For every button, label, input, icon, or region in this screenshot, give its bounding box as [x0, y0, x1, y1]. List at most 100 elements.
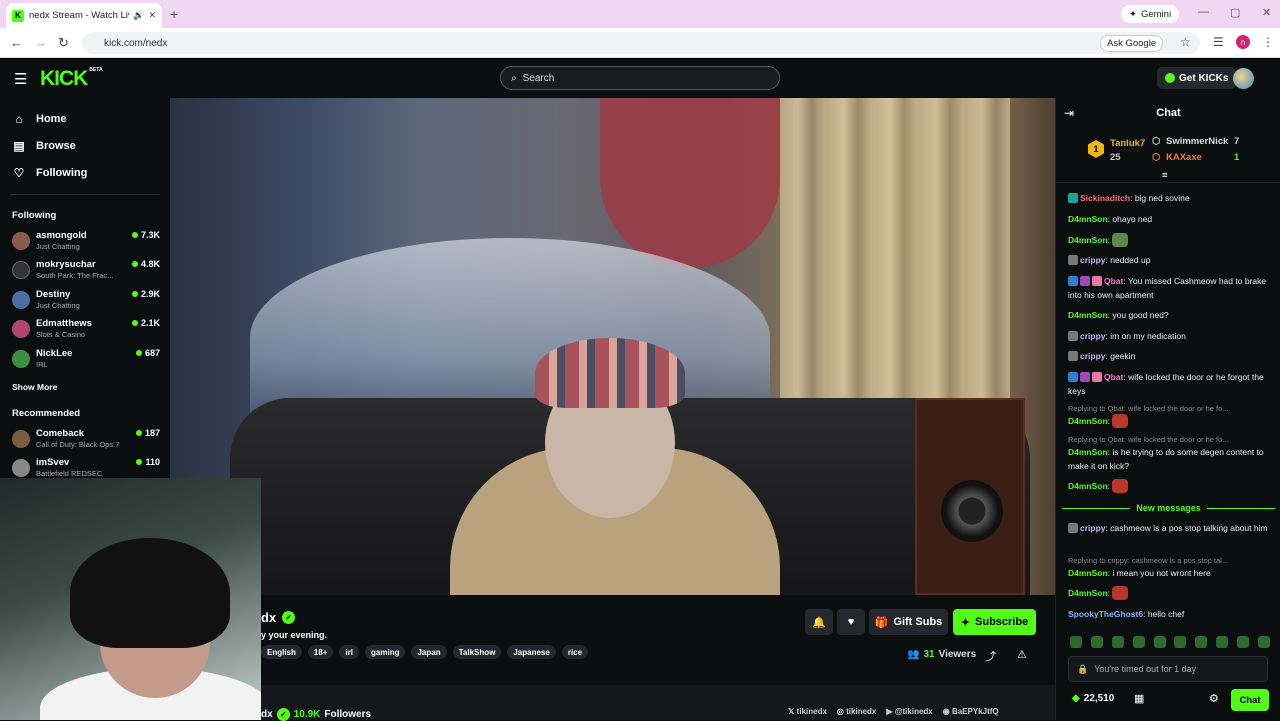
chat-username[interactable]: D4mnSon — [1068, 481, 1108, 491]
emote-icon[interactable] — [1090, 636, 1103, 648]
store-icon[interactable]: ▦ — [1134, 692, 1144, 705]
emote-icon[interactable] — [1174, 636, 1187, 648]
emote-icon[interactable] — [1216, 636, 1229, 648]
chat-message[interactable]: crippy: cashmeow is a pos stop talking a… — [1068, 521, 1273, 535]
notification-bell-button[interactable]: 🔔 — [805, 609, 833, 635]
chat-username[interactable]: D4mnSon — [1068, 447, 1108, 457]
reply-context[interactable]: Replying to Qbat: wife locked the door o… — [1068, 404, 1273, 413]
reply-context[interactable]: Replying to Qbat: wife locked the door o… — [1068, 435, 1273, 444]
discord-link[interactable]: ◉ BaEPYkJtfQ — [943, 707, 999, 716]
reading-list-icon[interactable]: ☰ — [1213, 35, 1224, 49]
chat-username[interactable]: D4mnSon — [1068, 416, 1108, 426]
chat-username[interactable]: SpookyTheGhost6 — [1068, 609, 1143, 619]
minimize-icon[interactable]: — — [1198, 6, 1209, 18]
get-kicks-button[interactable]: Get KICKs — [1157, 67, 1237, 89]
back-icon[interactable]: ← — [10, 35, 23, 50]
chat-message[interactable]: D4mnSon: is he trying to do some degen c… — [1068, 445, 1273, 473]
chat-message[interactable]: SpookyTheGhost6: hello chef — [1068, 607, 1273, 621]
chat-message[interactable]: crippy: geekin — [1068, 349, 1273, 363]
bookmark-star-icon[interactable]: ☆ — [1180, 35, 1191, 49]
chat-username[interactable]: D4mnSon — [1068, 235, 1108, 245]
chat-message[interactable]: Qbat: wife locked the door or he forgot … — [1068, 370, 1273, 398]
chat-username[interactable]: crippy — [1080, 255, 1106, 265]
chat-message[interactable]: crippy: nedded up — [1068, 253, 1273, 267]
chat-input[interactable]: 🔒 You're timed out for 1 day — [1068, 656, 1268, 682]
show-more-button[interactable]: Show More — [12, 382, 57, 392]
emote-icon[interactable] — [1111, 636, 1124, 648]
browser-profile-avatar[interactable]: n — [1236, 35, 1250, 49]
chat-message[interactable]: D4mnSon: i mean you not wront here — [1068, 566, 1273, 580]
expand-leaderboard-icon[interactable]: ≡ — [1162, 170, 1168, 181]
gift-subs-button[interactable]: 🎁 Gift Subs — [869, 609, 948, 635]
chat-username[interactable]: crippy — [1080, 523, 1106, 533]
user-avatar[interactable] — [1233, 68, 1254, 89]
chat-username[interactable]: D4mnSon — [1068, 214, 1108, 224]
channel-points[interactable]: ◆ 22,510 — [1072, 693, 1114, 704]
leader-third-name[interactable]: KAXaxe — [1166, 152, 1202, 163]
browser-tab[interactable]: K nedx Stream - Watch Live o 🔊 ✕ — [6, 3, 162, 28]
chat-message[interactable]: crippy: im on my nedication — [1068, 329, 1273, 343]
emote-icon[interactable] — [1132, 636, 1145, 648]
chat-username[interactable]: crippy — [1080, 331, 1106, 341]
chat-username[interactable]: crippy — [1080, 351, 1106, 361]
menu-icon[interactable]: ☰ — [14, 70, 27, 88]
kick-logo[interactable]: KICK BETA — [40, 67, 103, 91]
following-channel-edmatthews[interactable]: Edmatthews Slots & Casino 2.1K — [12, 317, 160, 343]
tag[interactable]: gaming — [365, 645, 406, 659]
new-messages-divider[interactable]: New messages — [1062, 503, 1275, 513]
chat-username[interactable]: Qbat — [1104, 276, 1123, 286]
browser-menu-icon[interactable]: ⋮ — [1262, 35, 1274, 49]
leader-second-name[interactable]: SwimmerNick — [1166, 136, 1228, 147]
follow-heart-button[interactable]: ♥ — [837, 609, 865, 635]
chat-message[interactable]: Sickinaditch: big ned sovine — [1068, 191, 1273, 205]
chat-username[interactable]: D4mnSon — [1068, 568, 1108, 578]
emote-icon[interactable] — [1195, 636, 1208, 648]
streamer-name[interactable]: dx — [261, 610, 276, 625]
x-link[interactable]: 𝕏 tikinedx — [788, 707, 827, 716]
settings-gear-icon[interactable]: ⚙ — [1209, 692, 1219, 705]
chat-message[interactable]: D4mnSon: you good ned? — [1068, 308, 1273, 322]
emote-icon[interactable] — [1153, 636, 1166, 648]
chat-username[interactable]: D4mnSon — [1068, 310, 1108, 320]
following-channel-destiny[interactable]: Destiny Just Chatting 2.9K — [12, 288, 160, 314]
chat-message[interactable]: D4mnSon: — [1068, 414, 1273, 428]
share-icon[interactable]: ⤴ — [985, 648, 996, 664]
tag[interactable]: 18+ — [307, 645, 334, 659]
url-field[interactable]: kick.com/nedx — [82, 32, 1200, 54]
following-channel-mokrysuchar[interactable]: mokrysuchar South Park: The Frac... 4.8K — [12, 258, 160, 284]
new-tab-button[interactable]: + — [170, 6, 178, 22]
send-chat-button[interactable]: Chat — [1231, 689, 1269, 711]
tag[interactable]: irl — [339, 645, 360, 659]
chat-message[interactable]: D4mnSon: ohayo ned — [1068, 212, 1273, 226]
close-window-icon[interactable]: ✕ — [1262, 6, 1271, 19]
sidebar-item-home[interactable]: ⌂ Home — [12, 112, 66, 126]
chat-message[interactable]: D4mnSon: — [1068, 586, 1273, 600]
chat-message[interactable]: D4mnSon: — [1068, 233, 1273, 247]
chat-username[interactable]: D4mnSon — [1068, 588, 1108, 598]
chat-message[interactable]: D4mnSon: — [1068, 479, 1273, 493]
recommended-channel-comeback[interactable]: Comeback Call of Duty: Black Ops 7 187 — [12, 427, 160, 453]
tag[interactable]: TalkShow — [452, 645, 502, 659]
tag[interactable]: Japan — [411, 645, 447, 659]
sidebar-item-following[interactable]: ♡ Following — [12, 166, 88, 180]
instagram-link[interactable]: ◎ tikinedx — [837, 707, 876, 716]
tag[interactable]: English — [261, 645, 302, 659]
following-channel-nicklee[interactable]: NickLee IRL 687 — [12, 347, 160, 373]
tag[interactable]: rice — [561, 645, 589, 659]
emote-icon[interactable] — [1070, 636, 1082, 648]
leader-first-name[interactable]: Tanluk7 — [1110, 138, 1145, 149]
emote-icon[interactable] — [1257, 636, 1270, 648]
chat-message[interactable]: Qbat: You missed Cashmeow had to brake i… — [1068, 274, 1273, 302]
subscribe-button[interactable]: ✦ Subscribe — [953, 609, 1036, 635]
close-tab-icon[interactable]: ✕ — [148, 10, 156, 21]
speaker-icon[interactable]: 🔊 — [133, 10, 144, 21]
chat-username[interactable]: Qbat — [1104, 372, 1123, 382]
emote-icon[interactable] — [1237, 636, 1249, 648]
forward-icon[interactable]: → — [34, 35, 47, 50]
video-player[interactable] — [170, 98, 1055, 595]
youtube-link[interactable]: ▶ @tikinedx — [886, 707, 932, 716]
sidebar-item-browse[interactable]: ▤ Browse — [12, 139, 75, 153]
tag[interactable]: Japanese — [507, 645, 556, 659]
chat-username[interactable]: Sickinaditch — [1080, 193, 1130, 203]
reload-icon[interactable]: ↻ — [58, 35, 69, 51]
